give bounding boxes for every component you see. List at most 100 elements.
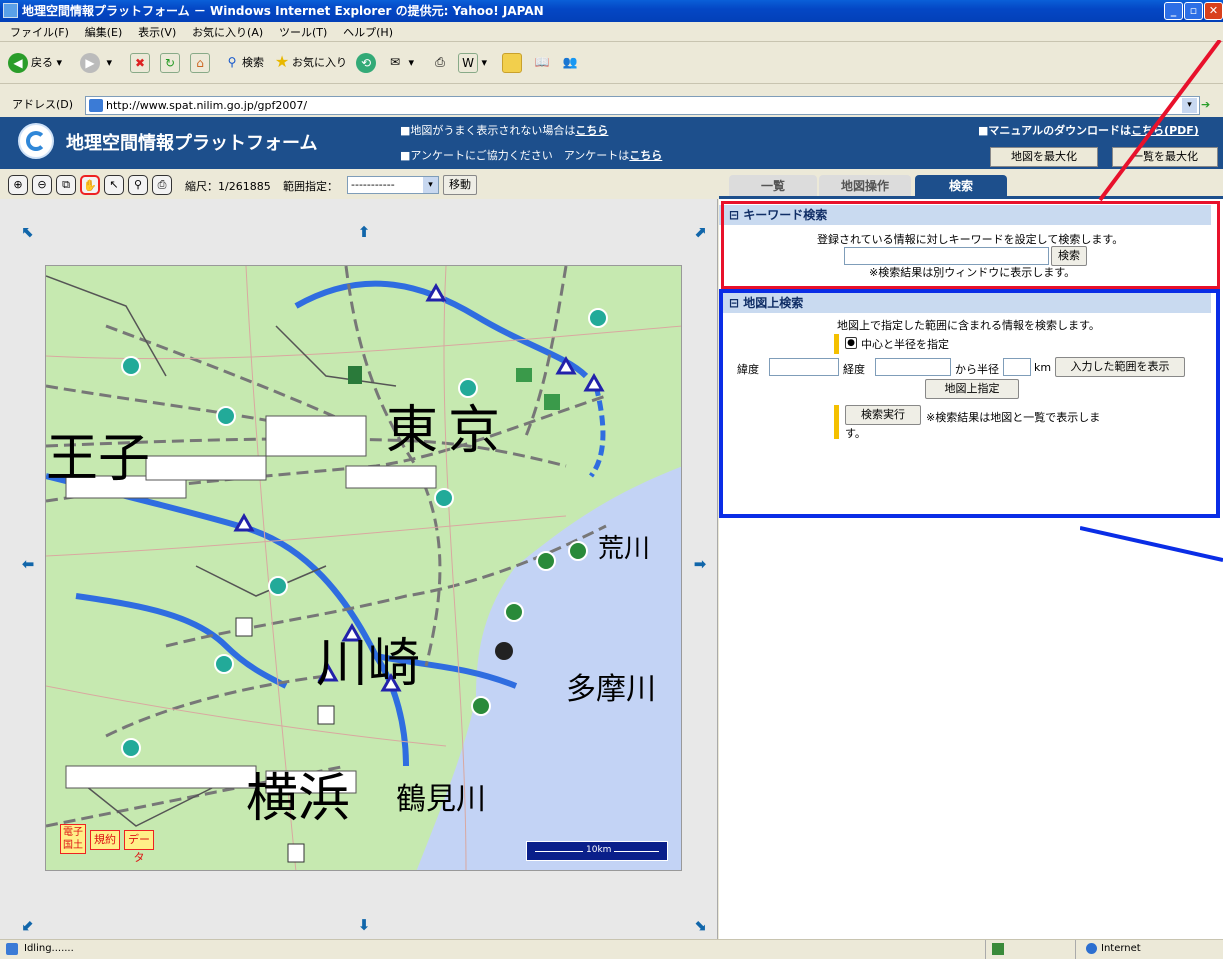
menu-file[interactable]: ファイル(F): [10, 26, 69, 39]
address-label: アドレス(D): [12, 98, 74, 111]
refresh-icon: ↻: [160, 53, 180, 73]
pan-north-arrow-icon[interactable]: ⬆: [356, 224, 372, 240]
stop-button[interactable]: ✖: [130, 51, 150, 75]
survey-link[interactable]: こちら: [629, 149, 662, 162]
range-label: 範囲指定：: [283, 180, 338, 193]
tab-map-operation[interactable]: 地図操作: [819, 175, 911, 197]
label-hachioji: 王子: [46, 429, 151, 489]
site-title: 地理空間情報プラットフォーム: [66, 133, 318, 154]
folder-button[interactable]: [502, 51, 522, 75]
range-select[interactable]: ----------- ▾: [347, 176, 439, 194]
pan-east-arrow-icon[interactable]: ➡: [692, 556, 708, 572]
label-yokohama: 横浜: [246, 769, 351, 829]
display-help-link[interactable]: こちら: [575, 124, 608, 137]
stop-icon: ✖: [130, 53, 150, 73]
pan-northeast-arrow-icon[interactable]: ⬈: [692, 224, 708, 240]
history-icon: ⟲: [356, 53, 376, 73]
menu-bar: ファイル(F) 編集(E) 表示(V) お気に入り(A) ツール(T) ヘルプ(…: [0, 22, 1223, 42]
menu-help[interactable]: ヘルプ(H): [343, 26, 393, 39]
edit-button[interactable]: W ▾: [458, 51, 487, 75]
mail-button[interactable]: ✉ ▾: [385, 51, 414, 75]
pan-hand-icon[interactable]: ✋: [80, 175, 100, 195]
zoom-out-icon[interactable]: ⊖: [32, 175, 52, 195]
menu-favorites[interactable]: お気に入り(A): [192, 26, 263, 39]
print-map-icon[interactable]: ⎙: [152, 175, 172, 195]
terms-badge[interactable]: 規約: [90, 830, 120, 850]
zoom-in-icon[interactable]: ⊕: [8, 175, 28, 195]
refresh-button[interactable]: ↻: [160, 51, 180, 75]
restore-button[interactable]: ▫: [1184, 2, 1203, 20]
river-tsurumi: [75, 593, 288, 689]
blue-pointer-line: [1080, 526, 1223, 562]
search-button[interactable]: ⚲ 検索: [222, 51, 264, 75]
pan-northwest-arrow-icon[interactable]: ⬉: [20, 224, 36, 240]
forward-arrow-icon: ▶: [80, 53, 100, 73]
close-button[interactable]: ✕: [1204, 2, 1223, 20]
zoom-box-icon[interactable]: ⧉: [56, 175, 76, 195]
map-panel: ⬉ ⬆ ⬈ ⬅ ➡ ⬋ ⬇ ⬊ 王子 東京 荒川 川崎 多摩川 横浜 鶴見川 電…: [0, 199, 718, 939]
back-arrow-icon: ◀: [8, 53, 28, 73]
star-icon: ★: [274, 52, 290, 71]
print-icon: ⎙: [435, 55, 445, 69]
globe-icon: [1086, 942, 1097, 954]
mail-icon: ✉: [389, 55, 401, 69]
magnifier-icon[interactable]: ⚲: [128, 175, 148, 195]
label-kawasaki: 川崎: [316, 634, 421, 694]
messenger-icon: 👥: [562, 55, 578, 69]
menu-view[interactable]: 表示(V): [138, 26, 176, 39]
favorites-button[interactable]: ★ お気に入り: [272, 51, 347, 75]
menu-edit[interactable]: 編集(E): [85, 26, 123, 39]
window-title: 地理空間情報プラットフォーム － Windows Internet Explor…: [22, 4, 544, 18]
minimize-button[interactable]: _: [1164, 2, 1183, 20]
browser-toolbar: ◀ 戻る ▾ ▶ ▾ ✖ ↻ ⌂ ⚲ 検索 ★ お気に入り ⟲ ✉ ▾ ⎙ W ▾ 📖…: [0, 42, 1223, 84]
pan-west-arrow-icon[interactable]: ⬅: [20, 556, 36, 572]
folder-icon: [502, 53, 522, 73]
map-canvas[interactable]: 王子 東京 荒川 川崎 多摩川 横浜 鶴見川 電子国土 規約 データ 10km: [45, 265, 682, 871]
label-tsurumi: 鶴見川: [396, 782, 486, 817]
edit-icon: W: [458, 53, 478, 73]
page-status-icon: [6, 943, 18, 955]
status-text: Idling.......: [24, 943, 74, 954]
map-toolbar: ⊕ ⊖ ⧉ ✋ ↖ ⚲ ⎙ 縮尺：1/261885 範囲指定： --------…: [0, 169, 718, 199]
ie-icon: [3, 3, 18, 18]
page-icon: [89, 99, 103, 112]
label-tokyo: 東京: [386, 401, 511, 461]
address-bar: アドレス(D) http://www.spat.nilim.go.jp/gpf2…: [0, 95, 1223, 117]
pan-south-arrow-icon[interactable]: ⬇: [356, 917, 372, 933]
window-titlebar: 地理空間情報プラットフォーム － Windows Internet Explor…: [0, 0, 1223, 22]
label-arakawa: 荒川: [598, 534, 651, 564]
map-graphics: [46, 266, 681, 870]
security-icon: [992, 943, 1004, 955]
home-button[interactable]: ⌂: [190, 51, 210, 75]
data-badge[interactable]: データ: [124, 830, 154, 864]
print-button[interactable]: ⎙: [430, 51, 450, 75]
back-button[interactable]: ◀ 戻る ▾: [8, 51, 62, 75]
range-move-button[interactable]: 移動: [443, 175, 477, 195]
scale-bar: 10km: [526, 841, 668, 861]
history-button[interactable]: ⟲: [356, 51, 379, 75]
zone-pane: Internet: [1075, 940, 1141, 959]
pointer-arrow-icon[interactable]: ↖: [104, 175, 124, 195]
label-tamagawa: 多摩川: [566, 672, 656, 707]
home-icon: ⌂: [190, 53, 210, 73]
pan-southwest-arrow-icon[interactable]: ⬋: [20, 917, 36, 933]
tab-search[interactable]: 検索: [915, 175, 1007, 197]
research-button[interactable]: 📖: [532, 51, 552, 75]
search-icon: ⚲: [227, 55, 237, 69]
book-icon: 📖: [534, 55, 550, 69]
status-bar: Idling....... Internet: [0, 939, 1223, 959]
scale-bar-label: 10km: [583, 845, 615, 855]
header-note-survey: ■アンケートにご協力ください アンケートはこちら: [400, 149, 663, 162]
tab-list[interactable]: 一覧: [729, 175, 817, 197]
annotation-arrows: [1080, 40, 1223, 562]
scale-readout: 縮尺：1/261885: [185, 180, 271, 193]
pan-southeast-arrow-icon[interactable]: ⬊: [692, 917, 708, 933]
address-input[interactable]: http://www.spat.nilim.go.jp/gpf2007/ ▾: [85, 96, 1200, 115]
chevron-down-icon: ▾: [423, 177, 438, 193]
messenger-button[interactable]: 👥: [560, 51, 580, 75]
forward-button[interactable]: ▶ ▾: [80, 51, 112, 75]
menu-tools[interactable]: ツール(T): [279, 26, 327, 39]
red-pointer-line: [1098, 40, 1222, 202]
site-logo: [18, 123, 54, 159]
denshi-kokudo-badge[interactable]: 電子国土: [60, 824, 86, 854]
